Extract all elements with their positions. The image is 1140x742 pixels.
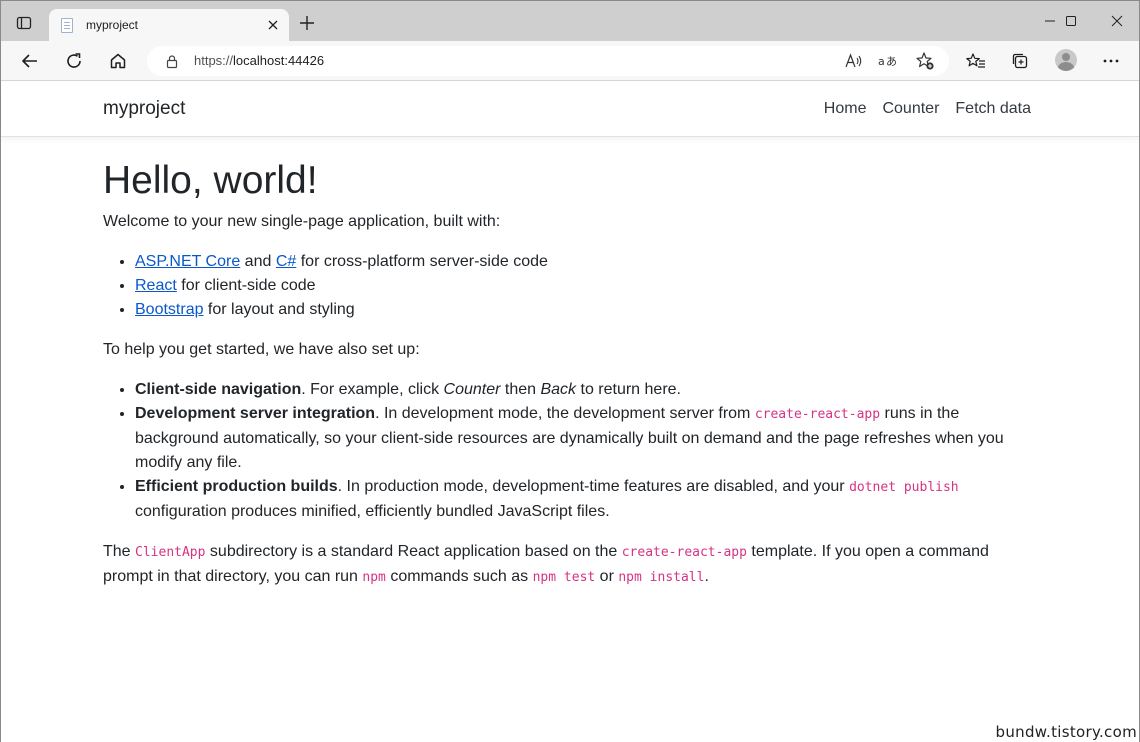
add-favorite-button[interactable] [914,50,936,72]
navbar-brand[interactable]: myproject [103,98,185,120]
list-item-text: for layout and styling [203,301,355,318]
maximize-button[interactable] [1056,7,1086,35]
paragraph-text: or [595,568,619,585]
list-item-text: for cross-platform server-side code [296,253,548,270]
csharp-link[interactable]: C# [276,253,296,270]
list-item: React for client-side code [135,274,1043,298]
star-add-icon [916,52,934,70]
inline-code: npm [362,570,386,585]
read-aloud-button[interactable] [843,50,865,72]
list-item: ASP.NET Core and C# for cross-platform s… [135,250,1043,274]
tab-actions-button[interactable] [13,12,35,34]
inline-code: dotnet publish [849,480,959,495]
url-host: localhost:44426 [233,53,325,68]
plus-icon [300,16,314,30]
paragraph-text: commands such as [385,568,533,585]
minimize-icon [1045,20,1055,22]
list-item-text: and [240,253,276,270]
home-button[interactable] [105,48,131,74]
translate-button[interactable]: a あ [877,50,899,72]
refresh-button[interactable] [61,48,87,74]
close-icon [268,20,278,30]
inline-code: ClientApp [135,545,206,560]
built-with-list: ASP.NET Core and C# for cross-platform s… [135,250,1043,322]
list-item: Efficient production builds. In producti… [135,475,1043,524]
page-favicon-icon [61,18,73,33]
new-tab-button[interactable] [295,11,319,35]
maximize-icon [1066,16,1076,26]
tab-actions-icon [16,16,32,30]
home-icon [110,53,126,69]
tab-title: myproject [86,18,139,32]
inline-code: create-react-app [754,407,881,422]
read-aloud-icon [845,53,862,68]
features-list: Client-side navigation. For example, cli… [135,378,1043,524]
list-item: Client-side navigation. For example, cli… [135,378,1043,402]
refresh-icon [67,53,81,68]
page-viewport: myproject Home Counter Fetch data Hello,… [1,82,1139,742]
main-content: Hello, world! Welcome to your new single… [103,158,1043,606]
svg-text:a: a [878,55,885,68]
setup-intro-paragraph: To help you get started, we have also se… [103,341,420,358]
inline-code: create-react-app [621,545,747,560]
more-icon [1103,59,1119,63]
collections-icon [1012,53,1028,69]
url-text[interactable]: https://localhost:44426 [194,53,324,68]
paragraph-text: The [103,543,136,560]
intro-paragraph: Welcome to your new single-page applicat… [103,213,501,230]
browser-titlebar: myproject [1,1,1139,41]
favorites-button[interactable] [963,48,989,74]
paragraph-text: subdirectory is a standard React applica… [205,543,622,560]
list-item: Development server integration. In devel… [135,402,1043,475]
translate-icon: a あ [878,55,897,68]
paragraph-text: . [704,568,709,585]
site-navbar: myproject Home Counter Fetch data [1,82,1139,137]
page-heading: Hello, world! [103,159,318,202]
browser-toolbar: https://localhost:44426 a あ [1,41,1139,81]
settings-more-button[interactable] [1098,48,1124,74]
favorites-icon [966,53,985,68]
closing-paragraph: The ClientApp subdirectory is a standard… [103,540,1043,590]
bootstrap-link[interactable]: Bootstrap [135,301,203,318]
feature-emphasis: Back [540,381,577,398]
nav-link-counter[interactable]: Counter [874,100,947,118]
feature-text: . In production mode, development-time f… [337,478,850,495]
feature-text: configuration produces minified, efficie… [135,503,610,520]
window-close-button[interactable] [1102,7,1132,35]
feature-title: Client-side navigation [135,381,302,398]
feature-text: . For example, click [301,381,444,398]
tab-close-button[interactable] [263,15,283,35]
feature-text: to return here. [576,381,681,398]
collections-button[interactable] [1007,48,1033,74]
svg-text:あ: あ [886,55,897,68]
watermark: bundw.tistory.com [995,723,1137,741]
lock-icon[interactable] [165,54,179,69]
feature-title: Efficient production builds [135,478,338,495]
browser-tab[interactable]: myproject [49,9,289,41]
aspnet-core-link[interactable]: ASP.NET Core [135,253,240,270]
nav-link-fetch-data[interactable]: Fetch data [947,100,1031,118]
inline-code: npm test [532,570,596,585]
arrow-left-icon [22,54,37,68]
list-item: Bootstrap for layout and styling [135,298,1043,322]
address-bar[interactable]: https://localhost:44426 a あ [147,46,949,76]
nav-link-home[interactable]: Home [816,100,875,118]
close-icon [1111,15,1123,27]
inline-code: npm install [618,570,705,585]
feature-text: then [500,381,541,398]
react-link[interactable]: React [135,277,177,294]
nav-links: Home Counter Fetch data [816,100,1031,118]
feature-title: Development server integration [135,405,376,422]
feature-text: . In development mode, the development s… [375,405,755,422]
list-item-text: for client-side code [176,277,316,294]
feature-emphasis: Counter [443,381,501,398]
back-button[interactable] [17,48,43,74]
profile-avatar[interactable] [1055,49,1077,71]
url-scheme: https:// [194,53,234,68]
